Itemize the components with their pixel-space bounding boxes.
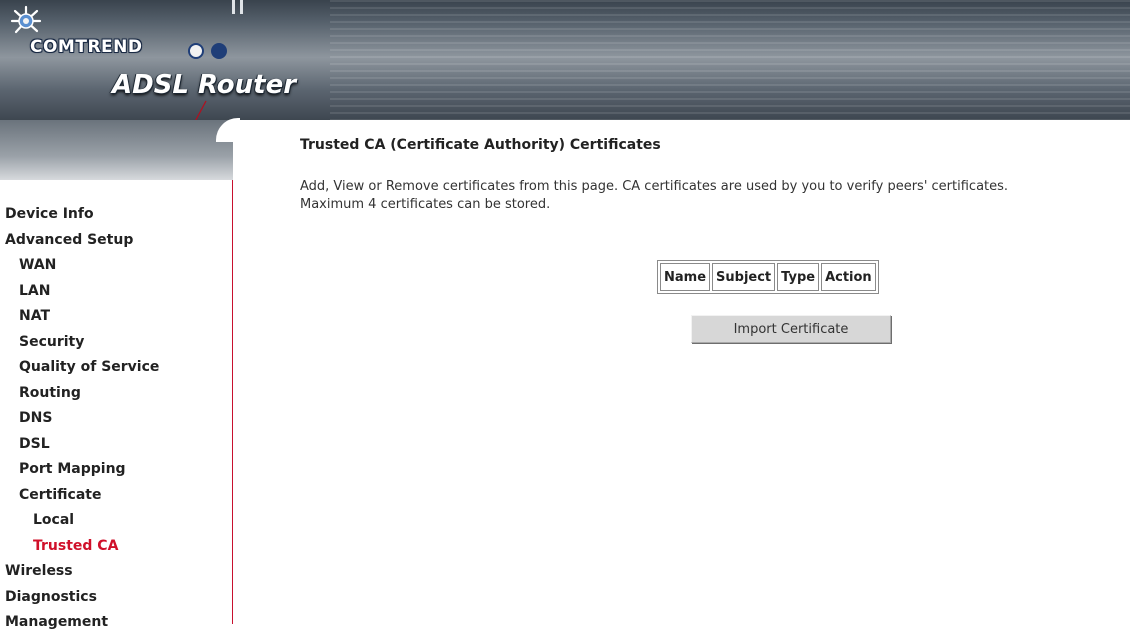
description-line: Maximum 4 certificates can be stored.	[300, 197, 551, 212]
description-line: Add, View or Remove certificates from th…	[300, 179, 1009, 194]
sidebar-item-wireless[interactable]: Wireless	[0, 559, 232, 585]
sidebar-item-nat[interactable]: NAT	[0, 304, 232, 330]
sidebar-item-local[interactable]: Local	[0, 508, 232, 534]
header-divider	[232, 0, 235, 14]
column-header-subject: Subject	[712, 263, 776, 291]
main-content: Trusted CA (Certificate Authority) Certi…	[233, 120, 1130, 624]
header-stripes	[330, 0, 1130, 120]
header-divider	[240, 0, 243, 14]
sidebar-item-security[interactable]: Security	[0, 330, 232, 356]
swoosh-icon	[195, 100, 207, 120]
column-header-action: Action	[821, 263, 876, 291]
sidebar-header-gradient	[0, 120, 233, 180]
brand-dot-icon	[188, 42, 204, 59]
sidebar-item-dns[interactable]: DNS	[0, 406, 232, 432]
sidebar: Device Info Advanced Setup WAN LAN NAT Securi…	[0, 180, 233, 630]
sidebar-item-dsl[interactable]: DSL	[0, 432, 232, 458]
page-description: Add, View or Remove certificates from th…	[300, 178, 1130, 214]
sidebar-item-management[interactable]: Management	[0, 610, 232, 636]
page-title: Trusted CA (Certificate Authority) Certi…	[300, 137, 661, 153]
brand-dots	[188, 40, 229, 59]
sidebar-item-port-mapping[interactable]: Port Mapping	[0, 457, 232, 483]
sidebar-item-quality-of-service[interactable]: Quality of Service	[0, 355, 232, 381]
flower-logo-icon	[10, 5, 42, 34]
header-banner: COMTREND ADSL Router	[0, 0, 1130, 120]
sidebar-item-diagnostics[interactable]: Diagnostics	[0, 585, 232, 611]
column-header-type: Type	[777, 263, 820, 291]
sidebar-item-lan[interactable]: LAN	[0, 279, 232, 305]
brand-logo-text: COMTREND	[30, 37, 143, 57]
sidebar-nav: Device Info Advanced Setup WAN LAN NAT Securi…	[0, 202, 232, 636]
import-certificate-button[interactable]: Import Certificate	[691, 315, 891, 343]
sidebar-item-routing[interactable]: Routing	[0, 381, 232, 407]
column-header-name: Name	[660, 263, 711, 291]
brand-dot-icon	[211, 42, 228, 59]
sidebar-item-device-info[interactable]: Device Info	[0, 202, 232, 228]
sidebar-item-advanced-setup[interactable]: Advanced Setup	[0, 228, 232, 254]
sidebar-item-wan[interactable]: WAN	[0, 253, 232, 279]
certificates-table: Name Subject Type Action	[657, 260, 879, 294]
sidebar-item-trusted-ca[interactable]: Trusted CA	[0, 534, 232, 560]
sidebar-item-certificate[interactable]: Certificate	[0, 483, 232, 509]
table-header-row: Name Subject Type Action	[660, 263, 876, 291]
